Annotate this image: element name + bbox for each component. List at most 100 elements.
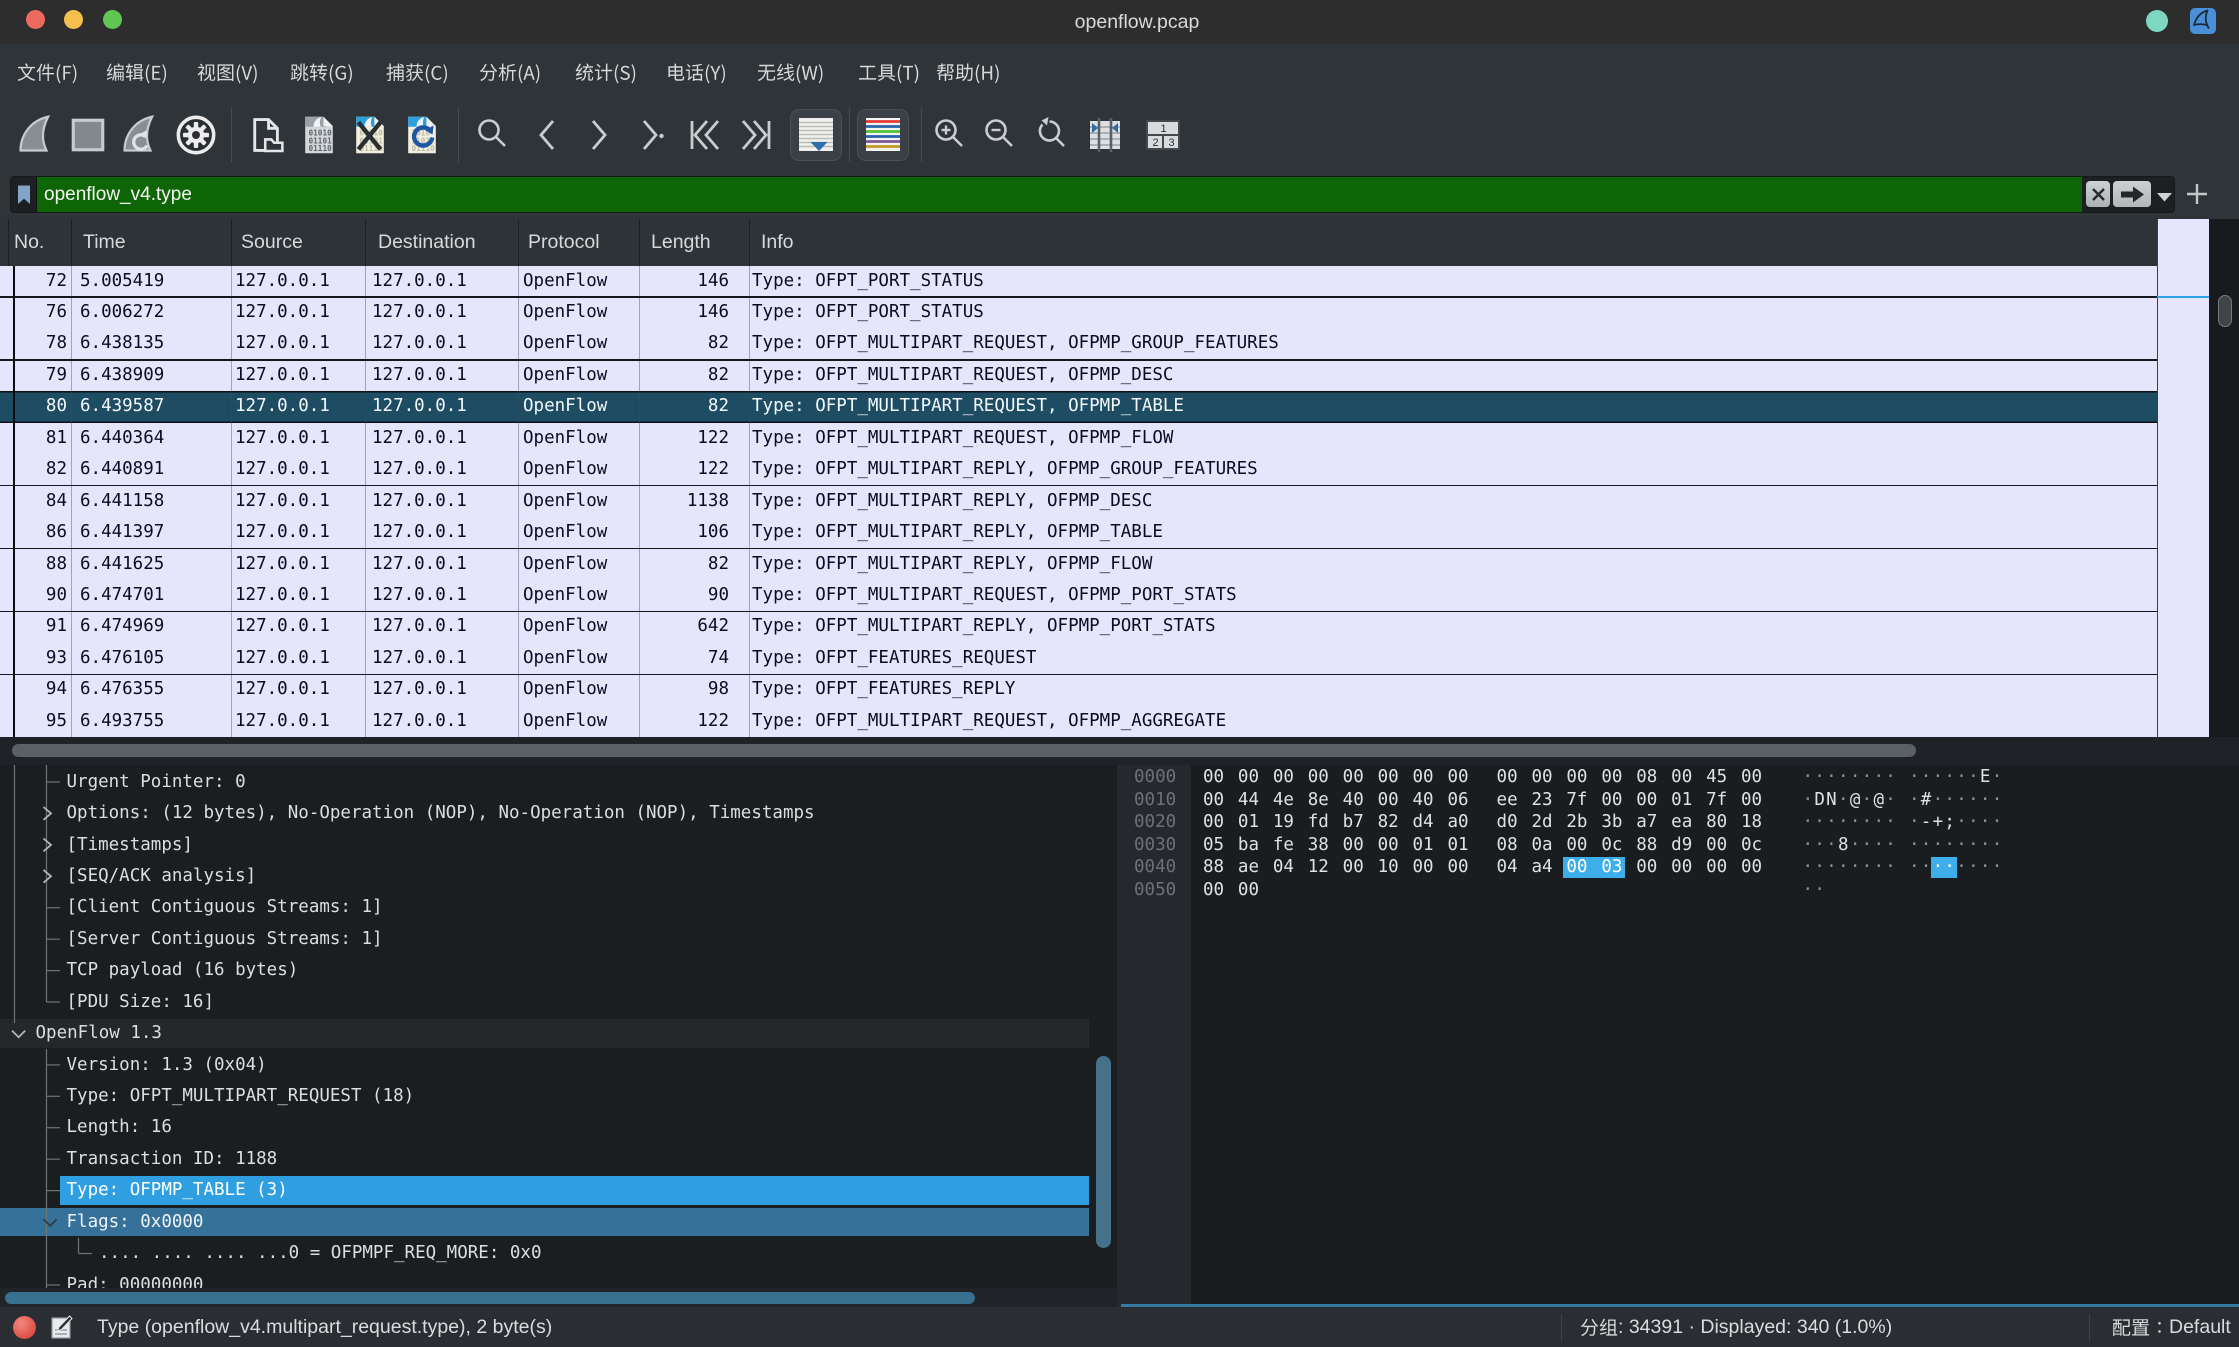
hex-byte[interactable]: 3b	[1601, 811, 1622, 834]
hex-byte[interactable]: ee	[1497, 789, 1518, 812]
reload-file-button[interactable]: 1010110101110	[398, 111, 446, 159]
packet-row-78[interactable]: 786.438135127.0.0.1127.0.0.1OpenFlow82Ty…	[0, 328, 2209, 359]
packet-row-91[interactable]: 916.474969127.0.0.1127.0.0.1OpenFlow642T…	[0, 611, 2209, 642]
ascii-char[interactable]: ·	[1956, 856, 1968, 879]
ascii-char[interactable]: ·	[1826, 811, 1838, 834]
resize-columns-button[interactable]	[1081, 111, 1129, 159]
ascii-char[interactable]: ·	[1933, 856, 1945, 879]
hex-byte[interactable]: 04	[1497, 856, 1518, 879]
hex-byte[interactable]: 4e	[1273, 789, 1294, 812]
ascii-char[interactable]: ·	[1909, 834, 1921, 857]
ascii-char[interactable]: ·	[1944, 789, 1956, 812]
packet-row-94[interactable]: 946.476355127.0.0.1127.0.0.1OpenFlow98Ty…	[0, 674, 2209, 705]
hex-byte[interactable]: 01	[1671, 789, 1692, 812]
hex-byte[interactable]: 00	[1203, 811, 1224, 834]
hex-byte[interactable]: 01	[1413, 834, 1434, 857]
hex-byte[interactable]: 10	[1378, 856, 1399, 879]
ascii-char[interactable]: ·	[1933, 766, 1945, 789]
column-separator[interactable]	[231, 219, 232, 266]
column-header-info[interactable]: Info	[761, 219, 794, 266]
hex-byte[interactable]: ae	[1238, 856, 1259, 879]
hex-byte[interactable]: d9	[1671, 834, 1692, 857]
ascii-char[interactable]: ·	[1944, 856, 1956, 879]
ascii-char[interactable]: ;	[1944, 811, 1956, 834]
hex-byte[interactable]: 05	[1203, 834, 1224, 857]
hex-byte[interactable]: 7f	[1566, 789, 1587, 812]
ascii-char[interactable]: ·	[1980, 834, 1992, 857]
hex-byte[interactable]: b7	[1343, 811, 1364, 834]
packet-row-84[interactable]: 846.441158127.0.0.1127.0.0.1OpenFlow1138…	[0, 486, 2209, 517]
ascii-char[interactable]: ·	[1933, 789, 1945, 812]
hex-row-0020[interactable]: 0020000119fdb782d4a0d02d2b3ba7ea8018····…	[1121, 811, 2239, 834]
hex-byte[interactable]: 00	[1636, 789, 1657, 812]
ascii-char[interactable]: ·	[1862, 834, 1874, 857]
hex-row-0010[interactable]: 001000444e8e40004006ee237f0000017f00·DN·…	[1121, 789, 2239, 812]
hex-byte[interactable]: 00	[1238, 766, 1259, 789]
ascii-char[interactable]: ·	[1992, 856, 2004, 879]
hex-byte[interactable]: 8e	[1308, 789, 1329, 812]
zoom-in-button[interactable]	[926, 111, 974, 159]
ascii-char[interactable]: ·	[1814, 856, 1826, 879]
ascii-char[interactable]: ·	[1992, 766, 2004, 789]
hex-byte[interactable]: 00	[1741, 789, 1762, 812]
ascii-char[interactable]: ·	[1968, 789, 1980, 812]
hex-byte[interactable]: ea	[1671, 811, 1692, 834]
last-packet-button[interactable]	[733, 111, 781, 159]
menu-wireless[interactable]	[757, 44, 824, 100]
zoom-out-button[interactable]	[976, 111, 1024, 159]
ascii-char[interactable]: ·	[1873, 834, 1885, 857]
ascii-char[interactable]: ·	[1803, 766, 1815, 789]
hex-row-0050[interactable]: 00500000··	[1121, 879, 2239, 902]
ascii-char[interactable]: ·	[1803, 856, 1815, 879]
ascii-char[interactable]: ·	[1921, 766, 1933, 789]
hex-byte[interactable]: 00	[1566, 834, 1587, 857]
ascii-char[interactable]: ·	[1956, 789, 1968, 812]
hex-byte[interactable]: 40	[1343, 789, 1364, 812]
column-separator[interactable]	[8, 219, 9, 266]
hex-byte[interactable]: 00	[1671, 856, 1692, 879]
column-separator[interactable]	[749, 219, 750, 266]
ascii-char[interactable]: ·	[1873, 766, 1885, 789]
hex-byte[interactable]: 00	[1447, 856, 1468, 879]
ascii-char[interactable]: ·	[1921, 856, 1933, 879]
hex-byte[interactable]: 00	[1413, 856, 1434, 879]
hex-byte[interactable]: 00	[1601, 789, 1622, 812]
ascii-char[interactable]: ·	[1862, 789, 1874, 812]
ascii-char[interactable]: ·	[1944, 834, 1956, 857]
column-header-destination[interactable]: Destination	[378, 219, 476, 266]
colorize-toggle[interactable]	[857, 109, 909, 161]
hex-byte[interactable]: 00	[1636, 856, 1657, 879]
hex-byte[interactable]: 00	[1378, 834, 1399, 857]
ascii-char[interactable]: ·	[1992, 811, 2004, 834]
hex-byte[interactable]: 01	[1238, 811, 1259, 834]
hex-byte[interactable]: 00	[1497, 766, 1518, 789]
hex-byte[interactable]: 45	[1706, 766, 1727, 789]
start-capture-button[interactable]	[12, 111, 60, 159]
scrollbar-thumb[interactable]	[5, 1292, 975, 1304]
ascii-char[interactable]: ·	[1862, 811, 1874, 834]
ascii-char[interactable]: ·	[1909, 789, 1921, 812]
column-header-protocol[interactable]: Protocol	[528, 219, 600, 266]
ascii-char[interactable]: ·	[1968, 811, 1980, 834]
menu-analyze[interactable]	[479, 44, 541, 100]
ascii-char[interactable]: ·	[1803, 834, 1815, 857]
menu-file[interactable]	[17, 44, 78, 100]
ascii-char[interactable]: ·	[1980, 856, 1992, 879]
ascii-char[interactable]: ·	[1873, 811, 1885, 834]
packet-row-72[interactable]: 725.005419127.0.0.1127.0.0.1OpenFlow146T…	[0, 266, 2209, 297]
filter-bookmark-button[interactable]	[11, 177, 37, 212]
hex-byte[interactable]: 00	[1706, 856, 1727, 879]
layout-123-button[interactable]: 123	[1139, 111, 1187, 159]
menu-view[interactable]	[197, 44, 259, 100]
menu-capture[interactable]	[386, 44, 449, 100]
restart-capture-button[interactable]	[116, 111, 164, 159]
next-packet-button[interactable]	[574, 111, 622, 159]
menu-edit[interactable]	[106, 44, 168, 100]
clear-filter-button[interactable]	[2086, 181, 2110, 207]
hex-byte[interactable]: 00	[1741, 856, 1762, 879]
ascii-char[interactable]: ·	[1850, 766, 1862, 789]
hex-byte[interactable]: 01	[1447, 834, 1468, 857]
hex-byte[interactable]: 00	[1343, 834, 1364, 857]
capture-options-button[interactable]	[172, 111, 220, 159]
hex-row-0030[interactable]: 003005bafe3800000101080a000c88d9000c···8…	[1121, 834, 2239, 857]
